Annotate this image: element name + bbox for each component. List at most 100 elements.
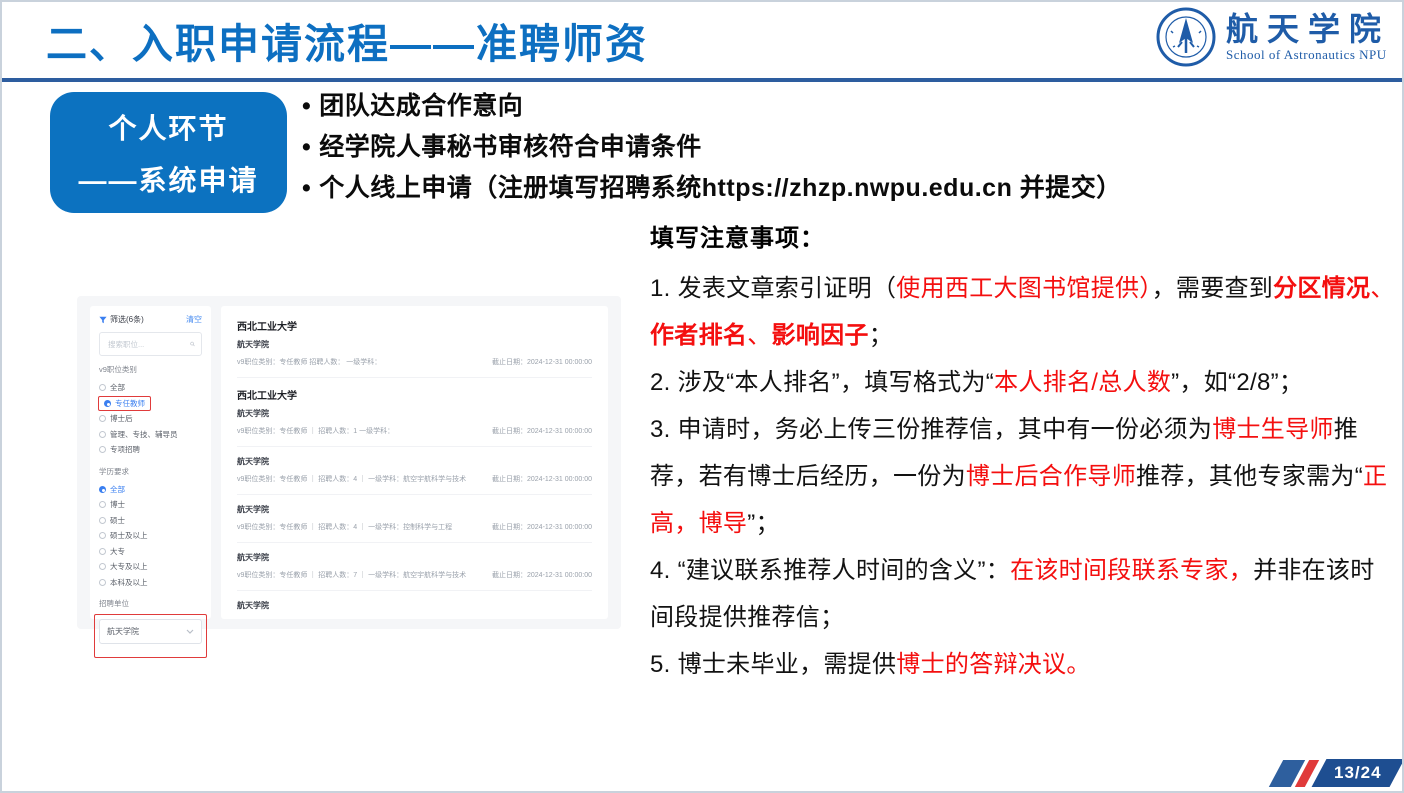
job-listing-row[interactable]: 西北工业大学航天学院v9职位类别：专任教师 招聘人数： 一级学科：截止日期：20… — [237, 309, 592, 378]
job-listing-row[interactable]: 西北工业大学航天学院v9职位类别：专任教师 ｜ 招聘人数：1 一级学科：截止日期… — [237, 378, 592, 447]
filter-option[interactable]: 全部 — [99, 380, 202, 396]
filter-option[interactable]: 专任教师 — [99, 396, 202, 412]
job-listing-row[interactable]: 航天学院 v9职位类别：专任教师 ｜ 招聘人数：4 ｜ 一级学科：航空宇航科学与技… — [237, 447, 592, 495]
funnel-icon — [99, 316, 107, 324]
filter-option[interactable]: 博士 — [99, 497, 202, 513]
filter-header: 筛选(6条) 清空 — [99, 314, 202, 325]
note-segment: 4. “建议联系推荐人时间的含义”： — [650, 557, 1010, 584]
unit-select-value: 航天学院 — [107, 626, 139, 637]
note-segment: 1. 发表文章索引证明（ — [650, 275, 896, 302]
chevron-down-icon — [186, 629, 194, 634]
job-listing-row[interactable]: 航天学院v9职位类别：专任教师 ｜ 招聘人数：7 ｜ 一级学科：控制科学与工程截… — [237, 591, 592, 619]
radio-icon[interactable] — [99, 415, 106, 422]
recruitment-system-screenshot: 筛选(6条) 清空 v9职位类别全部专任教师博士后管理、专技、辅导员专项招聘学历… — [77, 296, 621, 629]
filter-option[interactable]: 全部 — [99, 482, 202, 498]
note-segment: 使用西工大图书馆提供） — [896, 275, 1151, 302]
note-segment: 推荐，其他专家需为“ — [1136, 463, 1363, 490]
note-segment: 2. 涉及“本人排名”，填写格式为“ — [650, 369, 994, 396]
filter-group-label: 学历要求 — [99, 466, 202, 477]
radio-icon[interactable] — [99, 517, 106, 524]
filter-option[interactable]: 专项招聘 — [99, 442, 202, 458]
unit-filter-label: 招聘单位 — [99, 598, 202, 609]
note-segment: ； — [869, 322, 893, 349]
note-segment: 3. 申请时，务必上传三份推荐信，其中有一份必须为 — [650, 416, 1212, 443]
bullet-text: 个人线上申请（注册填写招聘系统https://zhzp.nwpu.edu.cn … — [319, 168, 1122, 209]
job-listing-row[interactable]: 航天学院v9职位类别：专任教师 ｜ 招聘人数：7 ｜ 一级学科：航空宇航科学与技… — [237, 543, 592, 591]
filter-option[interactable]: 博士后 — [99, 411, 202, 427]
bullet-list: •团队达成合作意向 •经学院人事秘书审核符合申请条件 •个人线上申请（注册填写招… — [302, 86, 1382, 209]
radio-icon[interactable] — [99, 384, 106, 391]
filter-option[interactable]: 大专及以上 — [99, 559, 202, 575]
radio-icon[interactable] — [99, 579, 106, 586]
note-segment: 博士的答辩决议。 — [896, 651, 1090, 678]
job-deadline: 截止日期：2024-12-31 00:00:00 — [492, 522, 592, 532]
note-item: 4. “建议联系推荐人时间的含义”：在该时间段联系专家，并非在该时间段提供推荐信… — [650, 547, 1395, 641]
job-meta: v9职位类别：专任教师 ｜ 招聘人数：4 ｜ 一级学科：控制科学与工程 — [237, 522, 452, 532]
filter-option[interactable]: 大专 — [99, 544, 202, 560]
radio-icon[interactable] — [104, 400, 111, 407]
filter-count-label: 筛选(6条) — [110, 314, 144, 325]
filter-option-label: 全部 — [110, 484, 125, 495]
filter-option[interactable]: 本科及以上 — [99, 575, 202, 591]
search-input[interactable] — [106, 339, 190, 350]
notes-title: 填写注意事项： — [650, 218, 1395, 253]
note-item: 3. 申请时，务必上传三份推荐信，其中有一份必须为博士生导师推荐，若有博士后经历… — [650, 406, 1395, 547]
note-segment: ”； — [747, 510, 780, 537]
note-segment: ，需要查到 — [1152, 275, 1274, 302]
filter-title: 筛选(6条) — [99, 314, 144, 325]
job-listing-row[interactable]: 航天学院v9职位类别：专任教师 ｜ 招聘人数：4 ｜ 一级学科：控制科学与工程截… — [237, 495, 592, 543]
filter-option-label: 全部 — [110, 382, 125, 393]
filter-option[interactable]: 硕士 — [99, 513, 202, 529]
note-segment: 博士生导师 — [1212, 416, 1334, 443]
page-number-badge: 13/24 — [1312, 759, 1404, 787]
filter-option-label: 专任教师 — [115, 398, 145, 409]
note-item: 5. 博士未毕业，需提供博士的答辩决议。 — [650, 641, 1395, 688]
title-divider — [2, 78, 1402, 82]
process-stage-line2: ——系统申请 — [78, 159, 258, 199]
bullet-dot-icon: • — [302, 127, 311, 168]
note-segment: 本人排名/总人数 — [994, 369, 1171, 396]
note-item: 1. 发表文章索引证明（使用西工大图书馆提供），需要查到分区情况、作者排名、影响… — [650, 265, 1395, 359]
process-stage-line1: 个人环节 — [108, 107, 228, 147]
filter-option-label: 专项招聘 — [110, 444, 140, 455]
note-segment: 、 — [1370, 275, 1394, 302]
filter-option[interactable]: 硕士及以上 — [99, 528, 202, 544]
bullet-dot-icon: • — [302, 168, 311, 209]
job-meta: v9职位类别：专任教师 ｜ 招聘人数：1 一级学科： — [237, 426, 394, 436]
process-stage-box: 个人环节 ——系统申请 — [50, 92, 287, 213]
radio-icon[interactable] — [99, 563, 106, 570]
bullet-item: •团队达成合作意向 — [302, 86, 1382, 127]
job-department: 航天学院 — [237, 408, 592, 419]
radio-icon[interactable] — [99, 446, 106, 453]
job-department: 航天学院 — [237, 456, 592, 467]
job-deadline: 截止日期：2024-12-31 00:00:00 — [492, 474, 592, 484]
clear-filters-button[interactable]: 清空 — [186, 314, 202, 325]
note-segment: 分区情况 — [1273, 275, 1370, 302]
job-department: 航天学院 — [237, 552, 592, 563]
radio-icon[interactable] — [99, 532, 106, 539]
filter-option[interactable]: 管理、专技、辅导员 — [99, 427, 202, 443]
unit-select-dropdown[interactable]: 航天学院 — [99, 619, 202, 644]
radio-icon[interactable] — [99, 501, 106, 508]
school-seal-icon — [1156, 7, 1216, 67]
radio-icon[interactable] — [99, 431, 106, 438]
school-name-cn: 航天学院 — [1226, 12, 1390, 46]
page-footer: 13/24 — [1276, 759, 1397, 787]
job-university: 西北工业大学 — [237, 318, 592, 333]
notes-list: 1. 发表文章索引证明（使用西工大图书馆提供），需要查到分区情况、作者排名、影响… — [650, 265, 1395, 688]
radio-icon[interactable] — [99, 548, 106, 555]
note-item: 2. 涉及“本人排名”，填写格式为“本人排名/总人数”，如“2/8”； — [650, 359, 1395, 406]
filter-groups: v9职位类别全部专任教师博士后管理、专技、辅导员专项招聘学历要求全部博士硕士硕士… — [99, 364, 202, 590]
filter-option-label: 博士 — [110, 499, 125, 510]
school-name-en: School of Astronautics NPU — [1226, 47, 1390, 63]
presentation-slide: 二、入职申请流程——准聘师资 航天学院 School of Astronauti… — [0, 0, 1404, 793]
job-deadline: 截止日期：2024-12-31 00:00:00 — [492, 570, 592, 580]
job-search-box[interactable] — [99, 332, 202, 356]
job-meta: v9职位类别：专任教师 ｜ 招聘人数：4 ｜ 一级学科：航空宇航科学与技术 — [237, 474, 466, 484]
filter-option-label: 硕士及以上 — [110, 530, 148, 541]
radio-icon[interactable] — [99, 486, 106, 493]
job-department: 航天学院 — [237, 600, 592, 611]
job-university: 西北工业大学 — [237, 387, 592, 402]
filter-sidebar: 筛选(6条) 清空 v9职位类别全部专任教师博士后管理、专技、辅导员专项招聘学历… — [90, 306, 211, 619]
filter-option-label: 大专 — [110, 546, 125, 557]
